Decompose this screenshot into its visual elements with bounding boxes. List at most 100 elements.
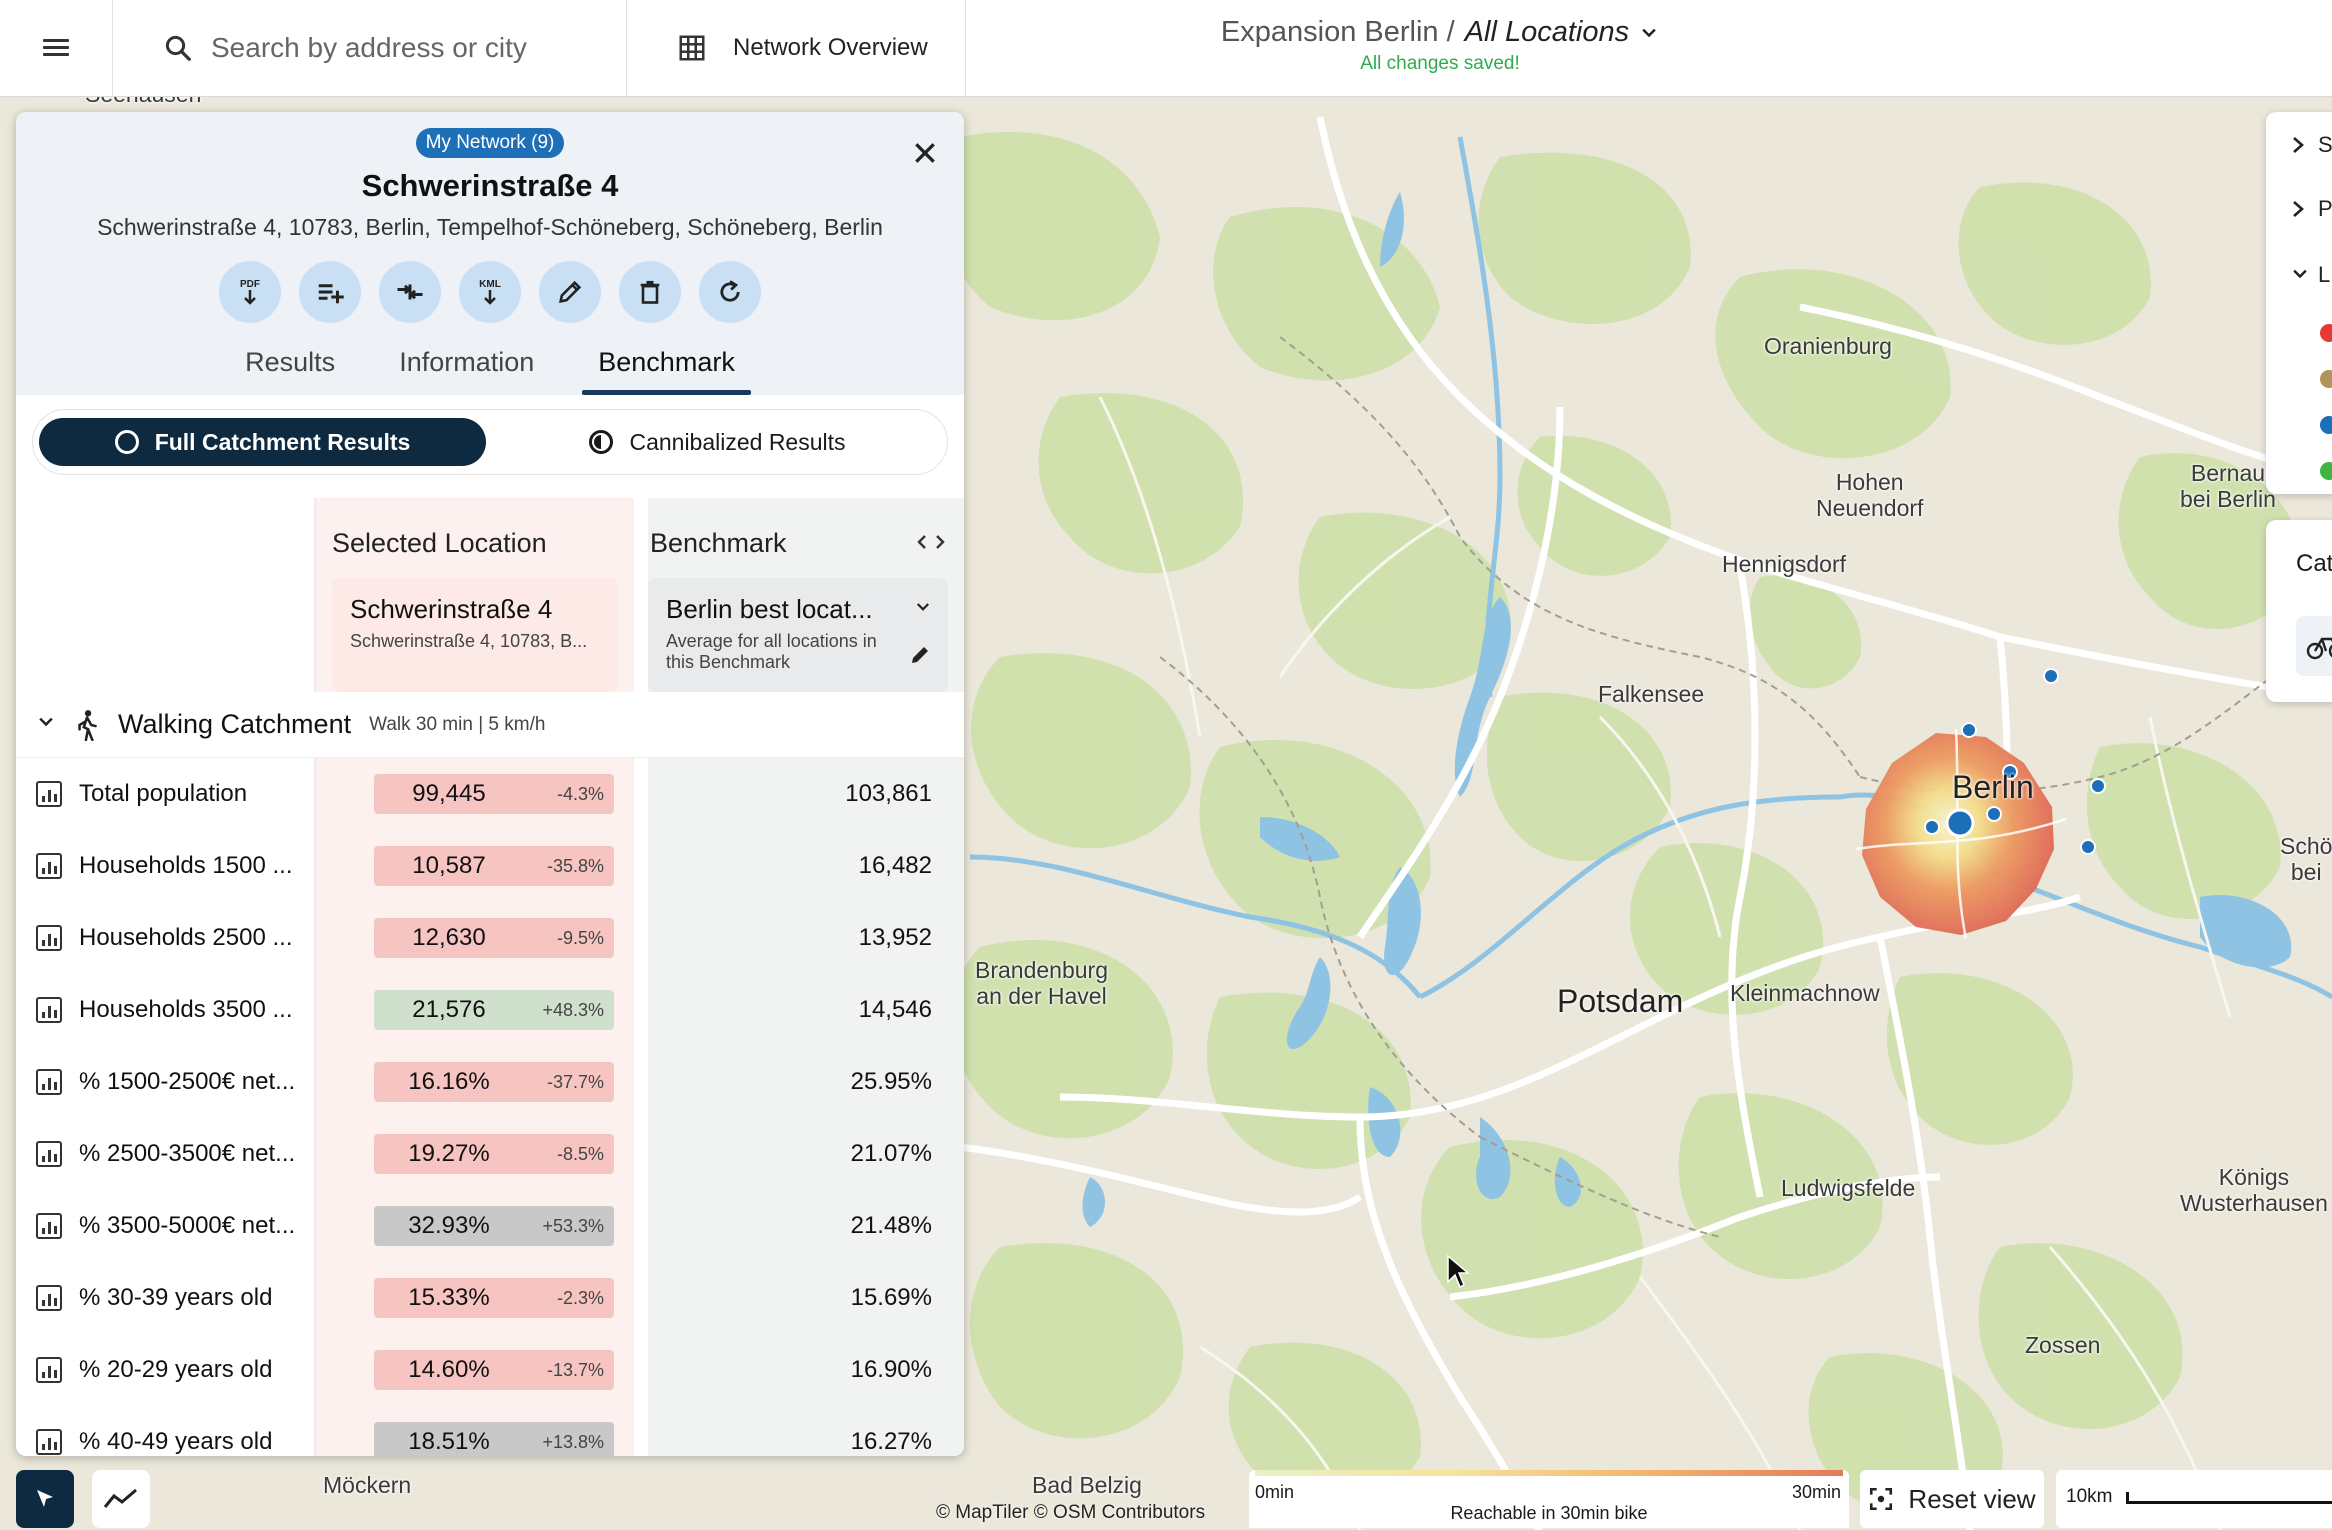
metric-value: 19.27% <box>408 1140 490 1167</box>
full-catchment-label: Full Catchment Results <box>154 428 411 455</box>
delete-icon <box>640 280 660 304</box>
chevron-down-icon[interactable] <box>2290 264 2310 284</box>
action-buttons: PDF KML <box>16 261 964 323</box>
edit-location-button[interactable] <box>539 261 601 323</box>
table-row[interactable]: Total population 99,445 -4.3% 103,861 <box>16 758 964 830</box>
full-circle-icon <box>114 430 139 454</box>
mouse-cursor-icon <box>1447 1254 1470 1289</box>
metric-delta: -37.7% <box>546 1071 604 1092</box>
benchmark-value: 13,952 <box>858 924 932 951</box>
pointer-icon <box>37 1490 53 1507</box>
compare-button[interactable] <box>379 261 441 323</box>
kml-download-button[interactable]: KML <box>459 261 521 323</box>
line-tool-button[interactable] <box>92 1470 150 1528</box>
cannibalized-toggle[interactable]: Cannibalized Results <box>494 418 941 466</box>
metric-label: Households 2500 ... <box>79 924 293 951</box>
metric-value-pill: 10,587 -35.8% <box>374 846 614 886</box>
metric-delta: -8.5% <box>556 1143 604 1164</box>
chevron-right-icon[interactable] <box>2290 198 2306 220</box>
expand-columns-button[interactable] <box>916 532 946 558</box>
map-label-schoene: Schö bei <box>2280 833 2332 886</box>
close-panel-button[interactable] <box>912 136 938 175</box>
table-row[interactable]: Households 1500 ... 10,587 -35.8% 16,482 <box>16 830 964 902</box>
table-row[interactable]: Households 2500 ... 12,630 -9.5% 13,952 <box>16 902 964 974</box>
layers-drawer: S P L <box>2266 112 2332 494</box>
section-title: Walking Catchment <box>118 709 352 739</box>
benchmark-value: 25.95% <box>850 1068 932 1095</box>
bike-mode-button[interactable] <box>2296 616 2332 676</box>
pdf-download-button[interactable]: PDF <box>219 261 281 323</box>
legend-dot-red <box>2320 324 2332 342</box>
compare-icon <box>397 284 423 300</box>
metric-label: % 2500-3500€ net... <box>79 1140 296 1167</box>
bar-chart-icon[interactable] <box>36 853 62 879</box>
map-label-potsdam: Potsdam <box>1557 983 1684 1019</box>
table-row[interactable]: % 3500-5000€ net... 32.93% +53.3% 21.48% <box>16 1190 964 1262</box>
table-grid-icon <box>679 35 705 61</box>
top-bar: Network Overview Expansion Berlin / All … <box>0 0 2332 97</box>
network-badge[interactable]: My Network (9) <box>415 128 565 158</box>
table-row[interactable]: % 20-29 years old 14.60% -13.7% 16.90% <box>16 1334 964 1406</box>
catchment-drawer: Cat <box>2266 520 2332 702</box>
focus-frame-icon <box>1870 1487 1893 1511</box>
trend-line-icon <box>103 1488 137 1508</box>
metric-delta: -4.3% <box>556 783 604 804</box>
table-row[interactable]: % 2500-3500€ net... 19.27% -8.5% 21.07% <box>16 1118 964 1190</box>
bar-chart-icon[interactable] <box>36 781 62 807</box>
delete-location-button[interactable] <box>619 261 681 323</box>
benchmark-card[interactable]: Berlin best locat... Average for all loc… <box>648 578 948 692</box>
scale-label: 10km <box>2066 1486 2113 1507</box>
legend-dot-green <box>2320 462 2332 480</box>
drawer-item-s[interactable]: S <box>2318 132 2332 158</box>
tab-information[interactable]: Information <box>367 339 566 395</box>
tab-results[interactable]: Results <box>213 339 367 395</box>
bar-chart-icon[interactable] <box>36 1213 62 1239</box>
bar-chart-icon[interactable] <box>36 1357 62 1383</box>
bar-chart-icon[interactable] <box>36 1285 62 1311</box>
map-label-ludwigsfelde: Ludwigsfelde <box>1781 1175 1916 1201</box>
location-scope-selector[interactable]: Expansion Berlin / All Locations <box>1221 16 1659 49</box>
search-box[interactable] <box>113 0 627 96</box>
edit-benchmark-button[interactable] <box>908 643 932 674</box>
bar-chart-icon[interactable] <box>36 925 62 951</box>
add-to-list-button[interactable] <box>299 261 361 323</box>
metric-value: 10,587 <box>412 852 486 879</box>
table-row[interactable]: % 40-49 years old 18.51% +13.8% 16.27% <box>16 1406 964 1456</box>
bar-chart-icon[interactable] <box>36 1069 62 1095</box>
bar-chart-icon[interactable] <box>36 1141 62 1167</box>
metric-delta: +53.3% <box>542 1215 604 1236</box>
reset-view-button[interactable]: Reset view <box>1860 1470 2044 1528</box>
metric-label: % 20-29 years old <box>79 1356 273 1383</box>
metric-value: 16.16% <box>408 1068 490 1095</box>
menu-button[interactable] <box>0 0 113 96</box>
cannibalized-label: Cannibalized Results <box>629 428 846 455</box>
benchmark-header: Benchmark <box>650 528 787 558</box>
selected-card-subtitle: Schwerinstraße 4, 10783, B... <box>350 631 588 651</box>
map-scale: 10km <box>2056 1470 2332 1528</box>
bar-chart-icon[interactable] <box>36 997 62 1023</box>
chevron-right-icon[interactable] <box>2290 134 2306 156</box>
network-overview-label: Network Overview <box>733 34 928 61</box>
tab-benchmark[interactable]: Benchmark <box>566 339 767 395</box>
bar-chart-icon[interactable] <box>36 1429 62 1455</box>
network-overview-button[interactable]: Network Overview <box>627 0 966 96</box>
table-row[interactable]: % 1500-2500€ net... 16.16% -37.7% 25.95% <box>16 1046 964 1118</box>
full-catchment-toggle[interactable]: Full Catchment Results <box>39 418 486 466</box>
map-attribution[interactable]: © MapTiler © OSM Contributors <box>936 1502 1205 1524</box>
table-row[interactable]: Households 3500 ... 21,576 +48.3% 14,546 <box>16 974 964 1046</box>
drawer-item-p[interactable]: P <box>2318 196 2332 222</box>
benchmark-dropdown-button[interactable] <box>914 598 932 622</box>
map-label-hennigsdorf: Hennigsdorf <box>1722 551 1847 577</box>
walking-catchment-section[interactable]: Walking Catchment Walk 30 min | 5 km/h <box>16 692 964 758</box>
table-row[interactable]: % 30-39 years old 15.33% -2.3% 15.69% <box>16 1262 964 1334</box>
catchment-heatmap <box>1856 729 2066 939</box>
benchmark-value: 15.69% <box>850 1284 932 1311</box>
metric-label: % 1500-2500€ net... <box>79 1068 296 1095</box>
selected-location-card: Schwerinstraße 4 Schwerinstraße 4, 10783… <box>332 578 618 692</box>
search-input[interactable] <box>211 32 591 64</box>
drawer-item-l[interactable]: L <box>2318 262 2330 288</box>
select-tool-button[interactable] <box>16 1470 74 1528</box>
benchmark-value: 14,546 <box>858 996 932 1023</box>
metric-value-pill: 32.93% +53.3% <box>374 1206 614 1246</box>
refresh-button[interactable] <box>699 261 761 323</box>
